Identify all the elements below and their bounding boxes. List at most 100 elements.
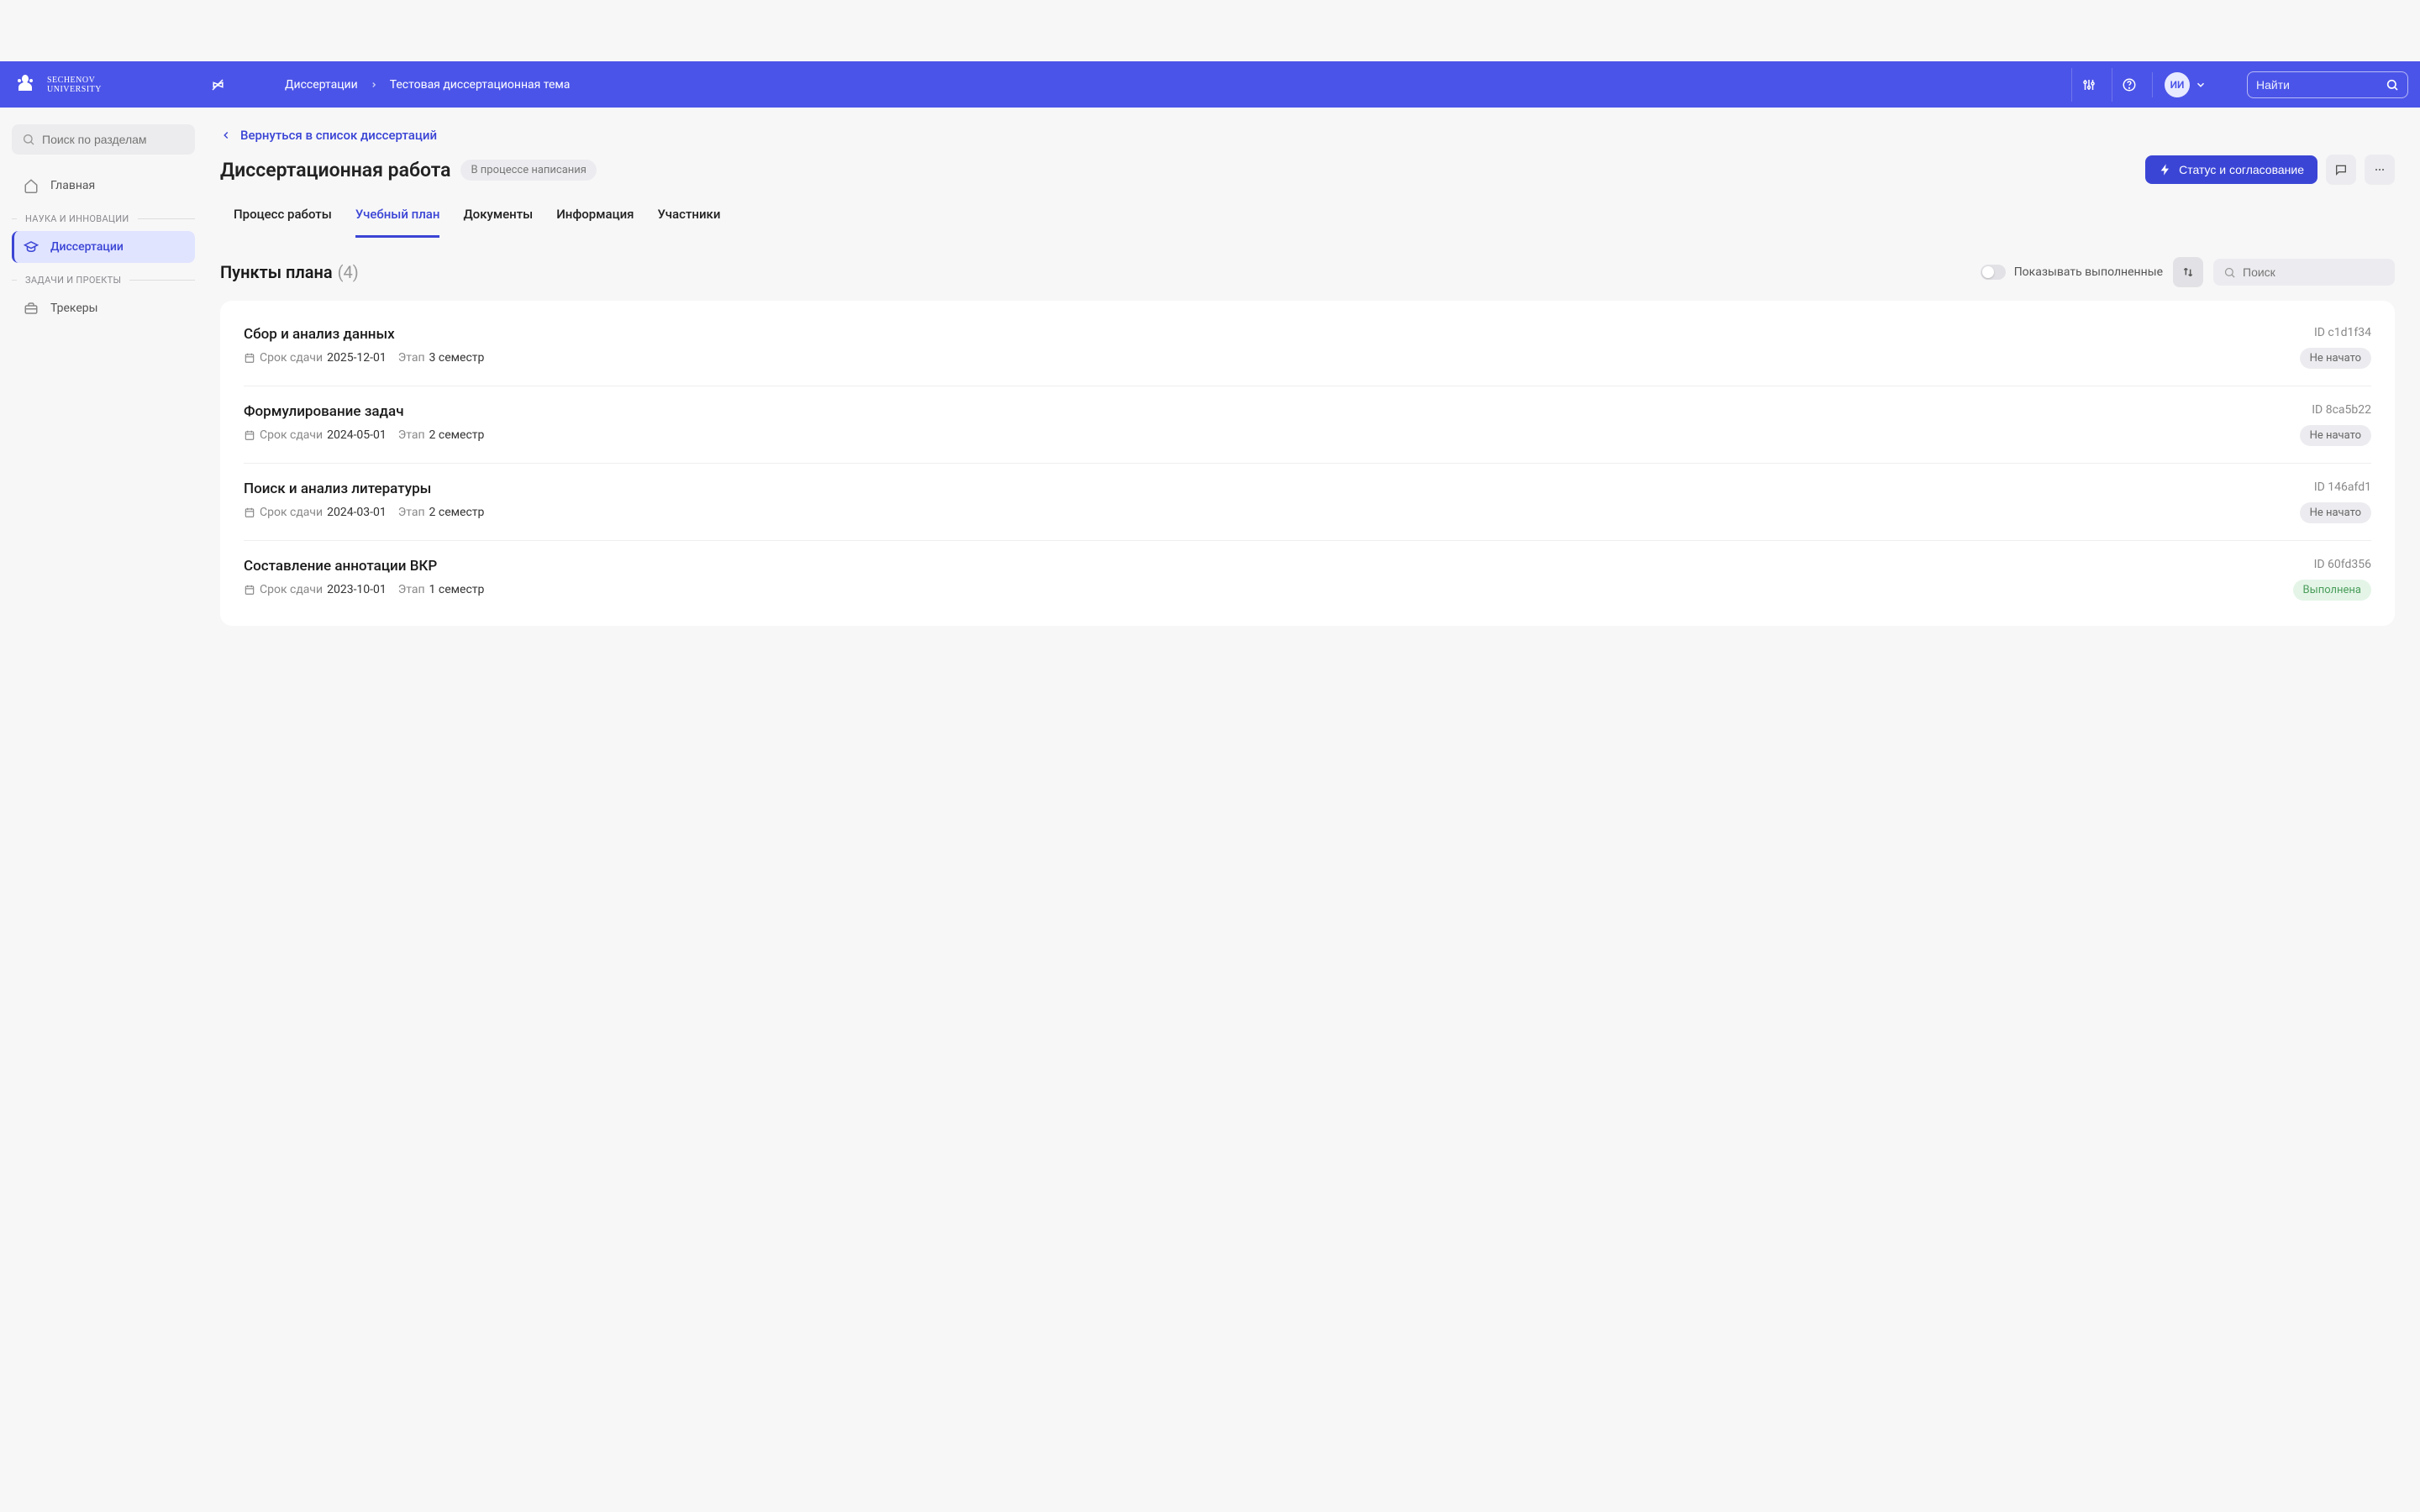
topbar: SECHENOV UNIVERSITY Диссертации Тестовая… [0, 61, 2420, 108]
search-icon [2386, 78, 2399, 92]
plan-list: Сбор и анализ данных Срок сдачи 2025-12-… [220, 301, 2395, 626]
deadline-value: 2023-10-01 [327, 583, 387, 596]
logo-icon [12, 71, 39, 98]
plan-status-badge: Не начато [2300, 348, 2371, 369]
stage-label: Этап [398, 583, 425, 596]
deadline-label: Срок сдачи [260, 351, 323, 365]
plan-id: ID 60fd356 [2314, 558, 2371, 571]
plan-status-badge: Выполнена [2293, 580, 2371, 601]
plan-status-badge: Не начато [2300, 425, 2371, 446]
plan-title: Поиск и анализ литературы [244, 480, 2283, 497]
deadline-label: Срок сдачи [260, 428, 323, 442]
chevron-down-icon [2195, 79, 2207, 91]
plan-id: ID 146afd1 [2314, 480, 2371, 494]
lightning-icon [2159, 163, 2172, 176]
page-header: Диссертационная работа В процессе написа… [220, 155, 2395, 185]
stage-value: 2 семестр [429, 428, 485, 442]
tab-documents[interactable]: Документы [463, 200, 533, 238]
sidebar-item-trackers[interactable]: Трекеры [12, 292, 195, 324]
page-title: Диссертационная работа [220, 159, 450, 181]
global-search-input[interactable] [2256, 78, 2386, 92]
plan-meta: Срок сдачи 2024-05-01 Этап 2 семестр [244, 428, 2283, 442]
stage-value: 3 семестр [429, 351, 485, 365]
sidebar-search-input[interactable] [42, 133, 185, 146]
sidebar-item-label: Главная [50, 179, 95, 192]
search-icon [22, 133, 35, 146]
show-completed-toggle[interactable] [1981, 265, 2006, 280]
deadline-value: 2025-12-01 [327, 351, 387, 365]
settings-sliders-button[interactable] [2071, 68, 2105, 102]
stage-value: 1 семестр [429, 583, 485, 596]
section-title: Пункты плана [220, 262, 333, 282]
breadcrumb: Диссертации Тестовая диссертационная тем… [285, 78, 570, 92]
section-count: (4) [338, 262, 359, 282]
graduation-cap-icon [24, 239, 39, 255]
briefcase-icon [24, 301, 39, 316]
plan-item[interactable]: Составление аннотации ВКР Срок сдачи 202… [244, 541, 2371, 617]
tab-plan[interactable]: Учебный план [355, 200, 440, 238]
tab-participants[interactable]: Участники [658, 200, 721, 238]
section-header: Пункты плана (4) Показывать выполненные [220, 257, 2395, 287]
help-button[interactable] [2112, 68, 2145, 102]
back-link[interactable]: Вернуться в список диссертаций [220, 128, 437, 143]
plan-item[interactable]: Формулирование задач Срок сдачи 2024-05-… [244, 386, 2371, 464]
sort-arrows-icon [2181, 265, 2195, 279]
sidebar-search[interactable] [12, 124, 195, 155]
more-options-button[interactable] [2365, 155, 2395, 185]
sidebar-item-label: Трекеры [50, 302, 98, 315]
stage-value: 2 семестр [429, 506, 485, 519]
comments-button[interactable] [2326, 155, 2356, 185]
tab-process[interactable]: Процесс работы [234, 200, 332, 238]
stage-label: Этап [398, 428, 425, 442]
plan-meta: Срок сдачи 2023-10-01 Этап 1 семестр [244, 583, 2276, 596]
plan-title: Сбор и анализ данных [244, 326, 2283, 343]
logo[interactable]: SECHENOV UNIVERSITY [12, 71, 102, 98]
plan-meta: Срок сдачи 2025-12-01 Этап 3 семестр [244, 351, 2283, 365]
stage-label: Этап [398, 351, 425, 365]
breadcrumb-link-root[interactable]: Диссертации [285, 78, 358, 92]
deadline-label: Срок сдачи [260, 583, 323, 596]
sidebar-item-dissertations[interactable]: Диссертации [12, 231, 195, 263]
plan-search-input[interactable] [2243, 265, 2385, 279]
toggle-label: Показывать выполненные [2014, 265, 2163, 279]
plan-item[interactable]: Сбор и анализ данных Срок сдачи 2025-12-… [244, 309, 2371, 386]
sidebar-group-tasks: ЗАДАЧИ И ПРОЕКТЫ [12, 275, 195, 286]
tab-info[interactable]: Информация [556, 200, 634, 238]
sort-button[interactable] [2173, 257, 2203, 287]
dots-horizontal-icon [2373, 163, 2386, 176]
plan-search[interactable] [2213, 259, 2395, 286]
plan-title: Формулирование задач [244, 403, 2283, 420]
calendar-icon [244, 352, 255, 364]
plan-id: ID 8ca5b22 [2312, 403, 2371, 417]
main-content: Вернуться в список диссертаций Диссертац… [207, 108, 2420, 651]
logo-text: SECHENOV UNIVERSITY [47, 76, 102, 94]
calendar-icon [244, 507, 255, 518]
user-menu[interactable]: ИИ [2152, 72, 2207, 97]
search-icon [2223, 266, 2236, 279]
plan-id: ID c1d1f34 [2314, 326, 2371, 339]
global-search[interactable] [2247, 71, 2408, 98]
sidebar-item-home[interactable]: Главная [12, 170, 195, 202]
pin-toggle-button[interactable] [204, 71, 231, 98]
tabs: Процесс работы Учебный план Документы Ин… [220, 200, 2395, 239]
deadline-value: 2024-05-01 [327, 428, 387, 442]
plan-item[interactable]: Поиск и анализ литературы Срок сдачи 202… [244, 464, 2371, 541]
show-completed-toggle-group: Показывать выполненные [1981, 265, 2163, 280]
plan-status-badge: Не начато [2300, 502, 2371, 523]
sidebar-group-science: НАУКА И ИННОВАЦИИ [12, 213, 195, 224]
sidebar-item-label: Диссертации [50, 240, 124, 254]
calendar-icon [244, 584, 255, 596]
chevron-left-icon [220, 129, 232, 141]
home-icon [24, 178, 39, 193]
status-approval-button[interactable]: Статус и согласование [2145, 155, 2317, 184]
avatar: ИИ [2165, 72, 2190, 97]
deadline-label: Срок сдачи [260, 506, 323, 519]
calendar-icon [244, 429, 255, 441]
deadline-value: 2024-03-01 [327, 506, 387, 519]
plan-title: Составление аннотации ВКР [244, 558, 2276, 575]
status-pill: В процессе написания [460, 160, 596, 181]
breadcrumb-link-current[interactable]: Тестовая диссертационная тема [390, 78, 571, 92]
chat-icon [2334, 163, 2348, 176]
stage-label: Этап [398, 506, 425, 519]
plan-meta: Срок сдачи 2024-03-01 Этап 2 семестр [244, 506, 2283, 519]
